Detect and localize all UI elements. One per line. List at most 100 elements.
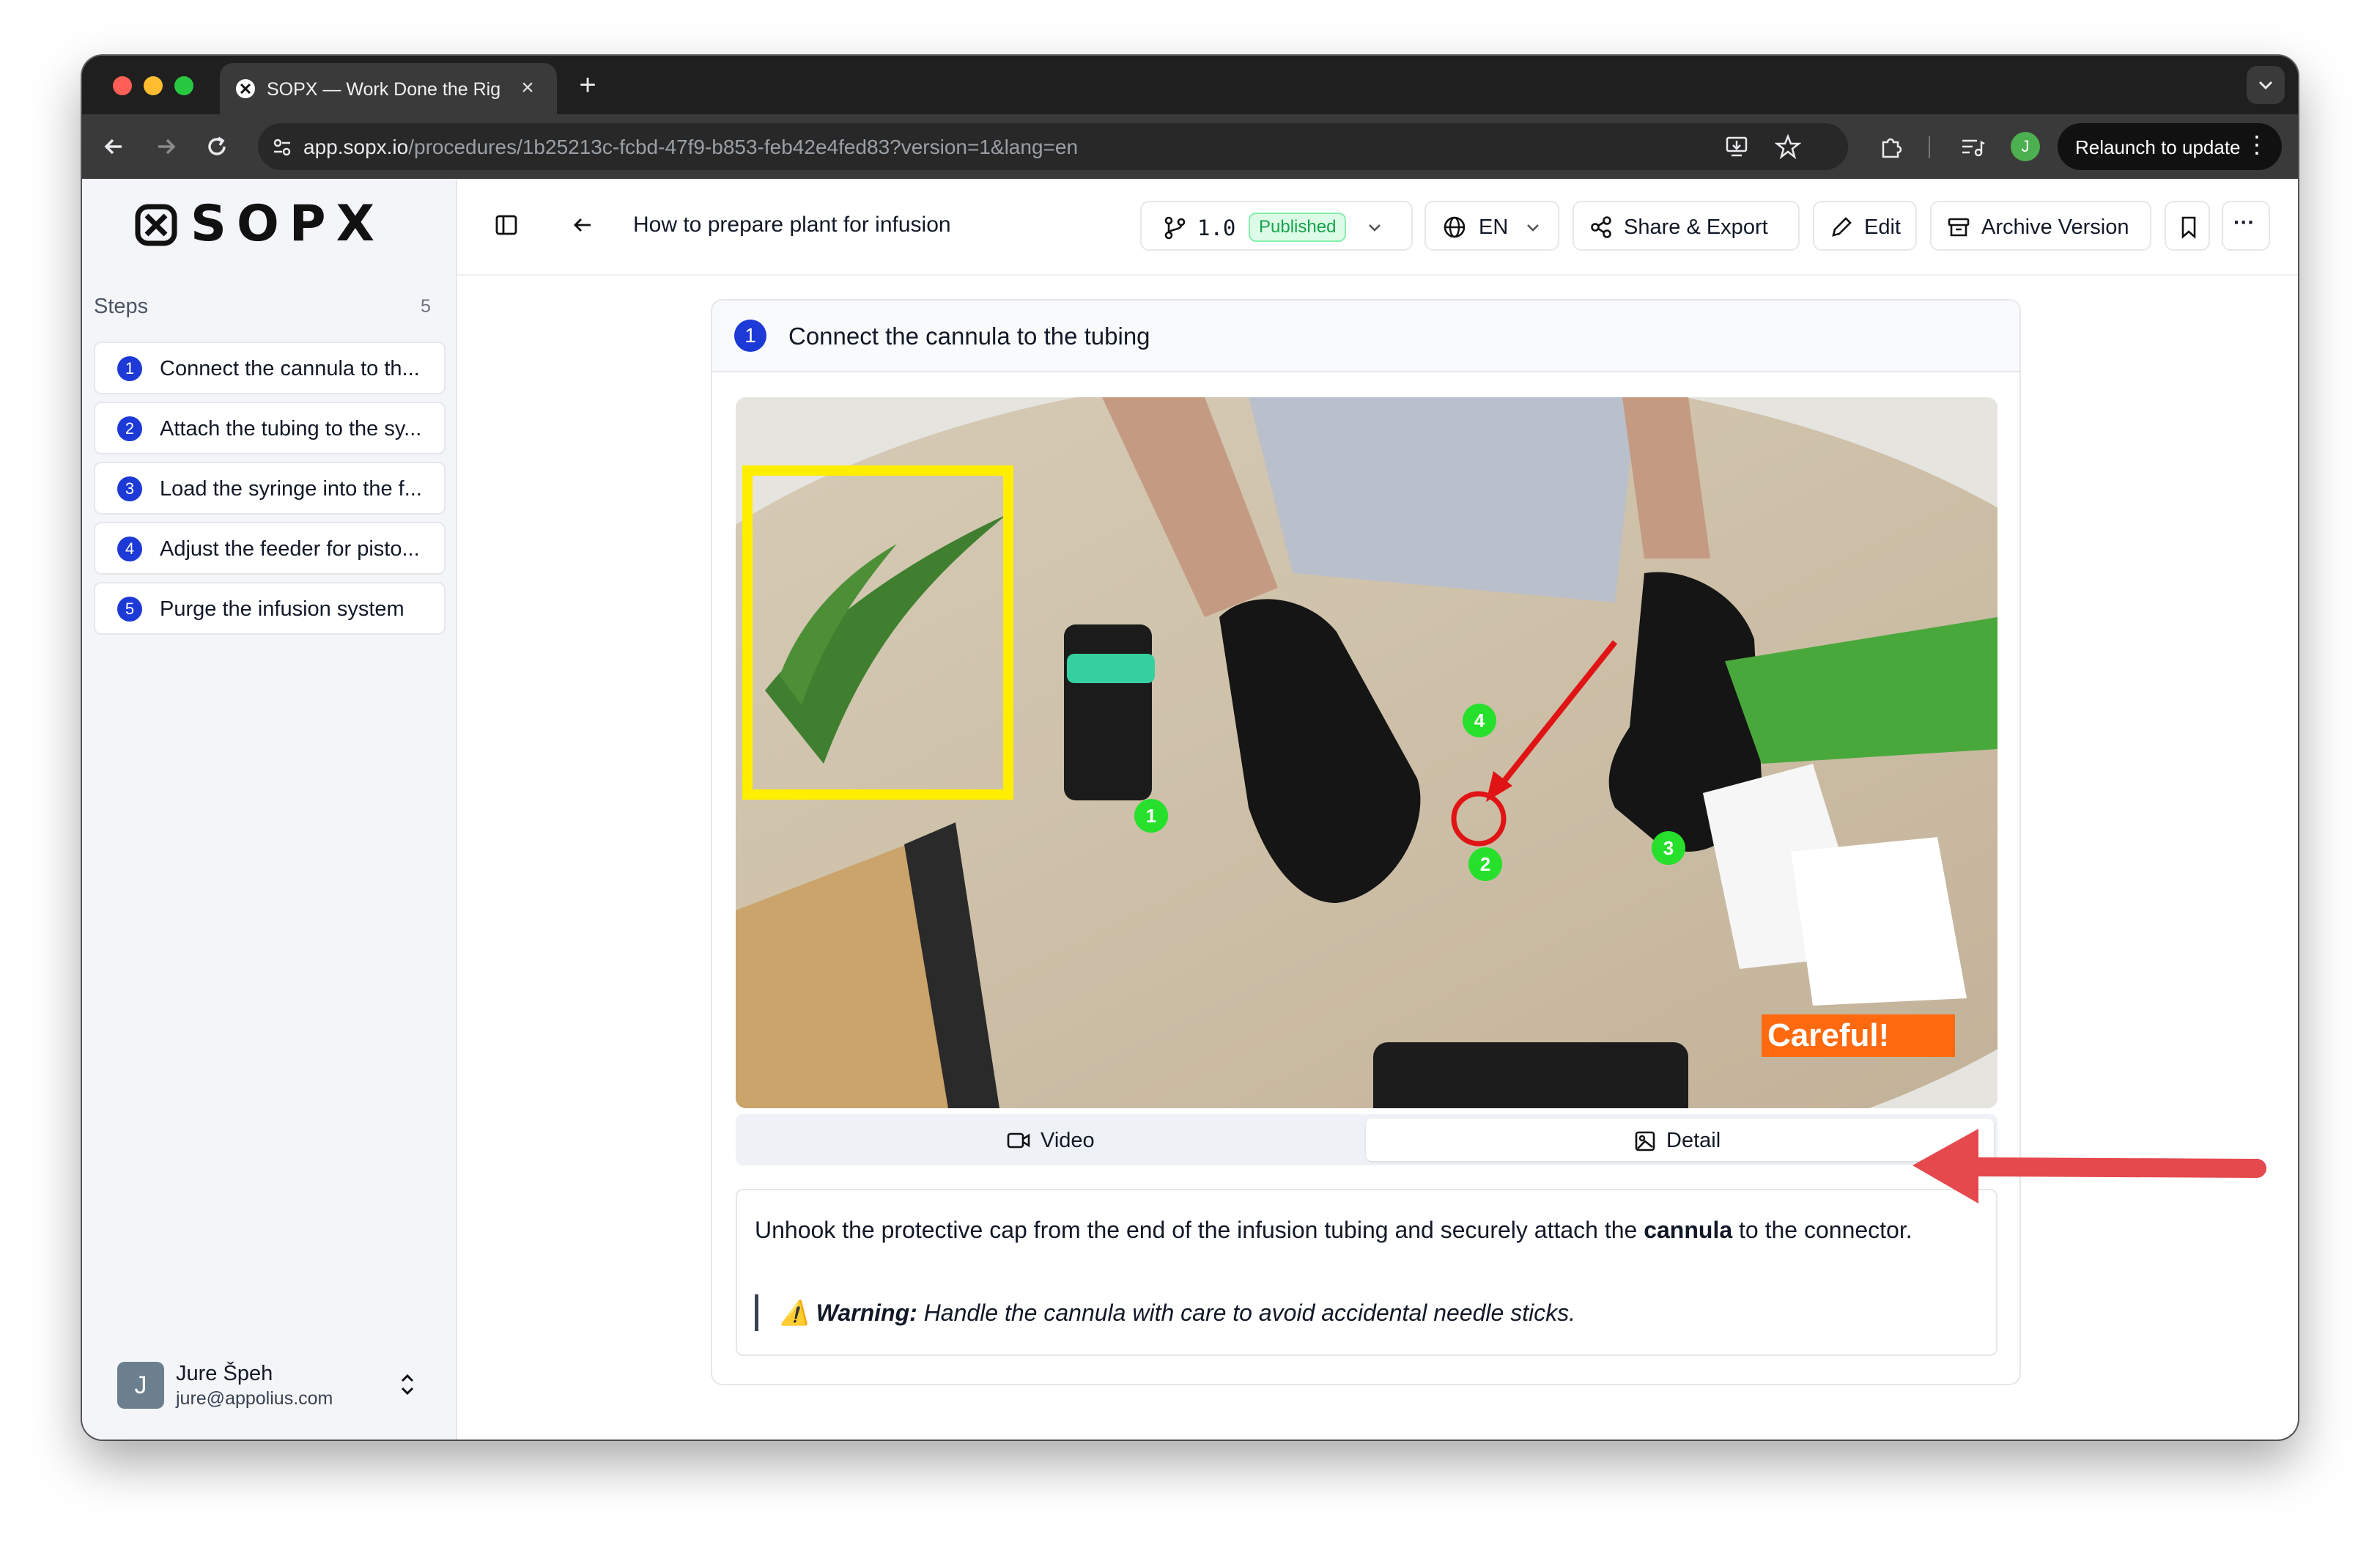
address-bar[interactable]: app.sopx.io/procedures/1b25213c-fcbd-47f…: [258, 123, 1848, 170]
archive-version-label: Archive Version: [1981, 215, 2129, 239]
sidebar: SOPX Steps 5 1 Connect the cannula to th…: [82, 179, 457, 1440]
user-email: jure@appolius.com: [176, 1388, 333, 1409]
tab-title: SOPX — Work Done the Right Way: [267, 79, 501, 100]
user-name: Jure Špeh: [176, 1362, 273, 1385]
bookmark-star-icon[interactable]: [1775, 133, 1801, 160]
language-label: EN: [1479, 215, 1509, 239]
sidebar-step-1[interactable]: 1 Connect the cannula to th...: [94, 342, 446, 394]
chevron-down-icon: [2258, 81, 2273, 90]
more-dots-icon: ···: [2233, 211, 2255, 235]
language-selector[interactable]: EN: [1424, 201, 1559, 251]
sidebar-step-label: Connect the cannula to th...: [160, 357, 420, 380]
image-icon: [1635, 1131, 1655, 1151]
sopx-favicon-icon: [236, 79, 255, 98]
tab-video[interactable]: Video: [740, 1118, 1368, 1161]
steps-heading: Steps: [94, 295, 149, 318]
detail-tab-label: Detail: [1666, 1129, 1721, 1152]
browser-toolbar: app.sopx.io/procedures/1b25213c-fcbd-47f…: [82, 114, 2298, 179]
chevron-down-icon: [1369, 224, 1381, 232]
steps-count: 5: [421, 296, 431, 317]
careful-overlay-label: Careful!: [1762, 1014, 1955, 1057]
logo-wordmark: SOPX: [191, 195, 385, 253]
back-arrow-icon[interactable]: [100, 132, 129, 161]
video-tab-label: Video: [1041, 1129, 1095, 1152]
version-selector[interactable]: 1.0 Published: [1140, 201, 1413, 251]
browser-window: SOPX — Work Done the Right Way × + app.s…: [82, 56, 2298, 1440]
sidebar-step-2[interactable]: 2 Attach the tubing to the sy...: [94, 402, 446, 454]
tab-detail[interactable]: Detail: [1366, 1118, 1994, 1161]
chevron-down-icon: [1527, 224, 1539, 232]
close-window-button[interactable]: [113, 76, 132, 95]
workbench-photo: [736, 397, 1998, 1108]
step-number-badge: 1: [734, 320, 766, 352]
marker-badge-2: 2: [1468, 847, 1502, 881]
site-settings-icon[interactable]: [270, 135, 295, 160]
annotation-arrow-icon: [1912, 1129, 2266, 1204]
pencil-icon: [1832, 217, 1852, 237]
status-badge: Published: [1249, 213, 1347, 242]
profile-avatar[interactable]: J: [2011, 132, 2040, 161]
step-number-badge: 3: [117, 476, 142, 501]
toolbar-separator: [1929, 136, 1930, 158]
tab-search-button[interactable]: [2247, 66, 2285, 104]
new-tab-button[interactable]: +: [572, 69, 604, 101]
git-branch-icon: [1164, 216, 1186, 240]
tab-close-icon[interactable]: ×: [513, 73, 542, 103]
sidebar-step-label: Attach the tubing to the sy...: [160, 417, 422, 441]
warning-label: Warning:: [816, 1300, 917, 1326]
media-view-toggle: Video Detail: [736, 1114, 1998, 1165]
zoom-window-button[interactable]: [174, 76, 193, 95]
sidebar-step-4[interactable]: 4 Adjust the feeder for pisto...: [94, 522, 446, 575]
user-menu[interactable]: J Jure Špeh jure@appolius.com: [117, 1357, 432, 1416]
procedure-title: How to prepare plant for infusion: [633, 213, 951, 237]
bookmark-button[interactable]: [2165, 201, 2210, 251]
step-detail-image[interactable]: 1 2 3 4 Careful!: [736, 397, 1998, 1108]
archive-box-icon: [1948, 218, 1970, 237]
sidebar-toggle-icon[interactable]: [494, 213, 519, 237]
media-controls-icon[interactable]: [1958, 133, 1986, 161]
chevron-up-down-icon: [401, 1374, 414, 1396]
extensions-puzzle-icon[interactable]: [1877, 133, 1905, 161]
tab-bar: SOPX — Work Done the Right Way × +: [82, 56, 2298, 114]
warning-callout: ⚠️ Warning: Handle the cannula with care…: [755, 1294, 1575, 1331]
procedure-header: How to prepare plant for infusion 1.0 Pu…: [457, 179, 2298, 276]
warning-text: Handle the cannula with care to avoid ac…: [917, 1300, 1576, 1326]
relaunch-button[interactable]: Relaunch to update ⋮: [2058, 123, 2282, 170]
user-avatar: J: [117, 1362, 164, 1409]
edit-button[interactable]: Edit: [1813, 201, 1917, 251]
browser-tab[interactable]: SOPX — Work Done the Right Way ×: [220, 63, 557, 114]
archive-version-button[interactable]: Archive Version: [1930, 201, 2151, 251]
sidebar-step-5[interactable]: 5 Purge the infusion system: [94, 582, 446, 635]
forward-arrow-icon[interactable]: [151, 132, 180, 161]
marker-badge-4: 4: [1463, 704, 1496, 737]
step-number-badge: 4: [117, 537, 142, 561]
share-export-label: Share & Export: [1624, 215, 1768, 239]
version-number: 1.0: [1197, 215, 1236, 240]
step-number-badge: 1: [117, 356, 142, 381]
sidebar-step-label: Load the syringe into the f...: [160, 477, 422, 501]
marker-badge-3: 3: [1652, 831, 1685, 865]
step-card: 1 Connect the cannula to the tubing 1 2 …: [711, 299, 2021, 1385]
sidebar-step-label: Adjust the feeder for pisto...: [160, 537, 420, 561]
sopx-logo[interactable]: SOPX: [133, 196, 412, 252]
reload-icon[interactable]: [202, 132, 232, 161]
browser-menu-icon[interactable]: ⋮: [2245, 130, 2269, 158]
bookmark-icon: [2181, 216, 2196, 239]
marker-badge-1: 1: [1134, 799, 1168, 833]
video-camera-icon: [1007, 1132, 1030, 1149]
step-description: Unhook the protective cap from the end o…: [736, 1189, 1998, 1356]
share-icon: [1591, 216, 1611, 238]
relaunch-label: Relaunch to update: [2075, 136, 2241, 158]
step-title: Connect the cannula to the tubing: [788, 322, 1150, 350]
share-export-button[interactable]: Share & Export: [1572, 201, 1800, 251]
main-panel: How to prepare plant for infusion 1.0 Pu…: [457, 179, 2298, 1440]
step-card-header: 1 Connect the cannula to the tubing: [712, 301, 2019, 372]
description-bold-term: cannula: [1644, 1217, 1733, 1243]
more-options-button[interactable]: ···: [2222, 201, 2270, 251]
minimize-window-button[interactable]: [144, 76, 163, 95]
back-arrow-icon[interactable]: [570, 213, 595, 237]
edit-label: Edit: [1864, 215, 1901, 239]
sidebar-step-label: Purge the infusion system: [160, 597, 404, 621]
install-app-icon[interactable]: [1723, 133, 1750, 160]
sidebar-step-3[interactable]: 3 Load the syringe into the f...: [94, 462, 446, 515]
